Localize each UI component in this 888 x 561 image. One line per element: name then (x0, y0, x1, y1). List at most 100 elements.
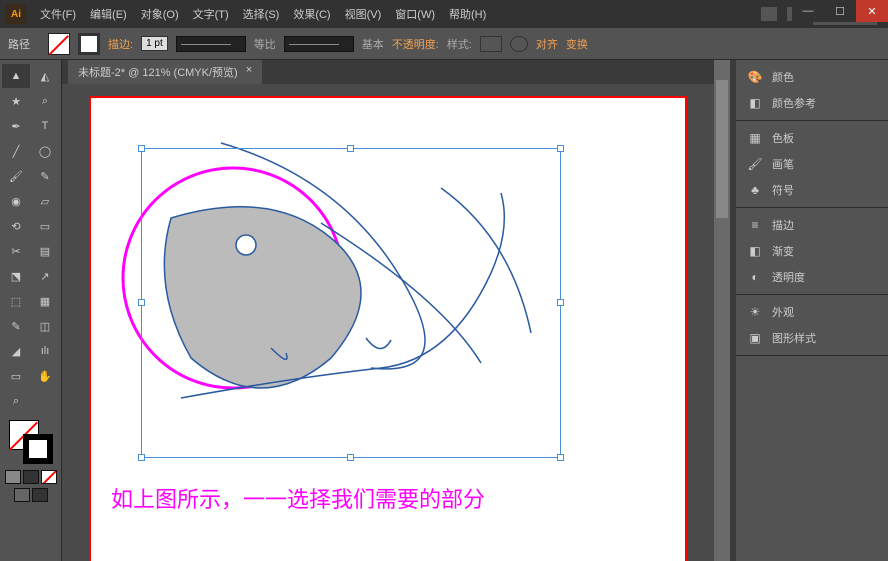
menu-item[interactable]: 文件(F) (34, 2, 82, 26)
panel-icon: ≡ (746, 217, 764, 233)
screen-full[interactable] (32, 488, 48, 502)
panel-label: 图形样式 (772, 330, 816, 346)
stroke-color[interactable] (23, 434, 53, 464)
tool-button[interactable]: ✒ (2, 114, 30, 138)
style-select[interactable] (480, 36, 502, 52)
selection-bounds (141, 148, 561, 458)
tool-button[interactable]: ⬔ (2, 264, 30, 288)
menu-item[interactable]: 文字(T) (187, 2, 235, 26)
tool-button[interactable]: ◫ (31, 314, 59, 338)
tool-button[interactable]: ✋ (31, 364, 59, 388)
opacity-label[interactable]: 不透明度: (392, 36, 439, 52)
panel-label: 颜色参考 (772, 95, 816, 111)
tab-close-icon[interactable]: × (246, 64, 252, 80)
options-bar: 路径 描边: 1 pt 等比 基本 不透明度: 样式: 对齐 变换 (0, 28, 888, 60)
gradient-mode[interactable] (23, 470, 39, 484)
tool-button[interactable]: ▭ (31, 214, 59, 238)
tools-panel: ▲◭★⌕✒T╱◯🖌✎◉▱⟲▭✂▤⬔↗⬚▦✎◫◢ılı▭✋⌕ (0, 60, 62, 561)
screen-normal[interactable] (14, 488, 30, 502)
tool-button[interactable]: ✎ (31, 164, 59, 188)
transform-label[interactable]: 变换 (566, 36, 588, 52)
document-tab[interactable]: 未标题-2* @ 121% (CMYK/预览) × (68, 60, 262, 84)
tool-button[interactable]: ▱ (31, 189, 59, 213)
panel-label: 外观 (772, 304, 794, 320)
brush-select[interactable] (284, 36, 354, 52)
handle-sw[interactable] (138, 454, 145, 461)
panel-label: 渐变 (772, 243, 794, 259)
style-label: 样式: (447, 36, 472, 52)
tool-button[interactable]: ılı (31, 339, 59, 363)
artboard[interactable]: 如上图所示，一一选择我们需要的部分 (89, 96, 687, 561)
tool-button[interactable]: ◭ (31, 64, 59, 88)
tool-button[interactable]: ╱ (2, 139, 30, 163)
tool-button[interactable]: ◢ (2, 339, 30, 363)
handle-e[interactable] (557, 299, 564, 306)
layout-button-1[interactable] (760, 6, 778, 22)
panel-item[interactable]: ◧渐变 (736, 238, 888, 264)
menu-item[interactable]: 视图(V) (339, 2, 388, 26)
minimize-button[interactable]: — (792, 0, 824, 22)
menu-item[interactable]: 效果(C) (287, 2, 336, 26)
handle-nw[interactable] (138, 145, 145, 152)
recolor-button[interactable] (510, 36, 528, 52)
tool-button[interactable]: ▦ (31, 289, 59, 313)
panel-item[interactable]: ◧颜色参考 (736, 90, 888, 116)
align-label[interactable]: 对齐 (536, 36, 558, 52)
fill-swatch[interactable] (48, 33, 70, 55)
tool-button[interactable]: ▭ (2, 364, 30, 388)
tool-button[interactable]: ▲ (2, 64, 30, 88)
panel-item[interactable]: ☀ 外观 (736, 299, 888, 325)
tool-button[interactable]: ▤ (31, 239, 59, 263)
none-mode[interactable] (41, 470, 57, 484)
menu-item[interactable]: 帮助(H) (443, 2, 492, 26)
panel-icon: ☀ (746, 304, 764, 320)
selection-type-label: 路径 (8, 36, 30, 52)
panel-icon: ♣ (746, 182, 764, 198)
panel-icon: ▦ (746, 130, 764, 146)
panel-label: 描边 (772, 217, 794, 233)
tool-button[interactable]: ✎ (2, 314, 30, 338)
app-logo: Ai (6, 4, 26, 24)
tool-button[interactable]: ⌕ (31, 89, 59, 113)
panel-label: 颜色 (772, 69, 794, 85)
maximize-button[interactable]: ☐ (824, 0, 856, 22)
tool-button[interactable]: ↗ (31, 264, 59, 288)
menu-item[interactable]: 选择(S) (237, 2, 286, 26)
panel-item[interactable]: 🖌画笔 (736, 151, 888, 177)
tool-button[interactable]: 🖌 (2, 164, 30, 188)
menu-item[interactable]: 对象(O) (135, 2, 185, 26)
stroke-weight-input[interactable]: 1 pt (141, 36, 168, 51)
tool-button[interactable]: T (31, 114, 59, 138)
handle-w[interactable] (138, 299, 145, 306)
panel-item[interactable]: ▦色板 (736, 125, 888, 151)
scrollbar[interactable] (714, 60, 730, 561)
close-button[interactable]: ✕ (856, 0, 888, 22)
handle-n[interactable] (347, 145, 354, 152)
fill-stroke-control[interactable] (9, 420, 53, 464)
tool-button[interactable]: ⌕ (2, 389, 30, 413)
stroke-label[interactable]: 描边: (108, 36, 133, 52)
caption-text: 如上图所示，一一选择我们需要的部分 (111, 482, 485, 514)
scrollbar-thumb[interactable] (716, 80, 728, 218)
menu-item[interactable]: 窗口(W) (389, 2, 441, 26)
panel-item[interactable]: 🎨颜色 (736, 64, 888, 90)
width-profile-select[interactable] (176, 36, 246, 52)
handle-se[interactable] (557, 454, 564, 461)
tool-button[interactable]: ⬚ (2, 289, 30, 313)
handle-ne[interactable] (557, 145, 564, 152)
handle-s[interactable] (347, 454, 354, 461)
panel-item[interactable]: ♣符号 (736, 177, 888, 203)
tool-button[interactable]: ◯ (31, 139, 59, 163)
canvas[interactable]: 如上图所示，一一选择我们需要的部分 (62, 84, 714, 561)
tool-button[interactable]: ✂ (2, 239, 30, 263)
menu-item[interactable]: 编辑(E) (84, 2, 133, 26)
tool-button[interactable]: ⟲ (2, 214, 30, 238)
stroke-swatch[interactable] (78, 33, 100, 55)
color-mode[interactable] (5, 470, 21, 484)
panel-item[interactable]: ▣图形样式 (736, 325, 888, 351)
panel-item[interactable]: ≡ 描边 (736, 212, 888, 238)
tool-button[interactable]: ◉ (2, 189, 30, 213)
tool-button[interactable]: ★ (2, 89, 30, 113)
panel-item[interactable]: ◐透明度 (736, 264, 888, 290)
document-tabs: 未标题-2* @ 121% (CMYK/预览) × (62, 60, 714, 84)
